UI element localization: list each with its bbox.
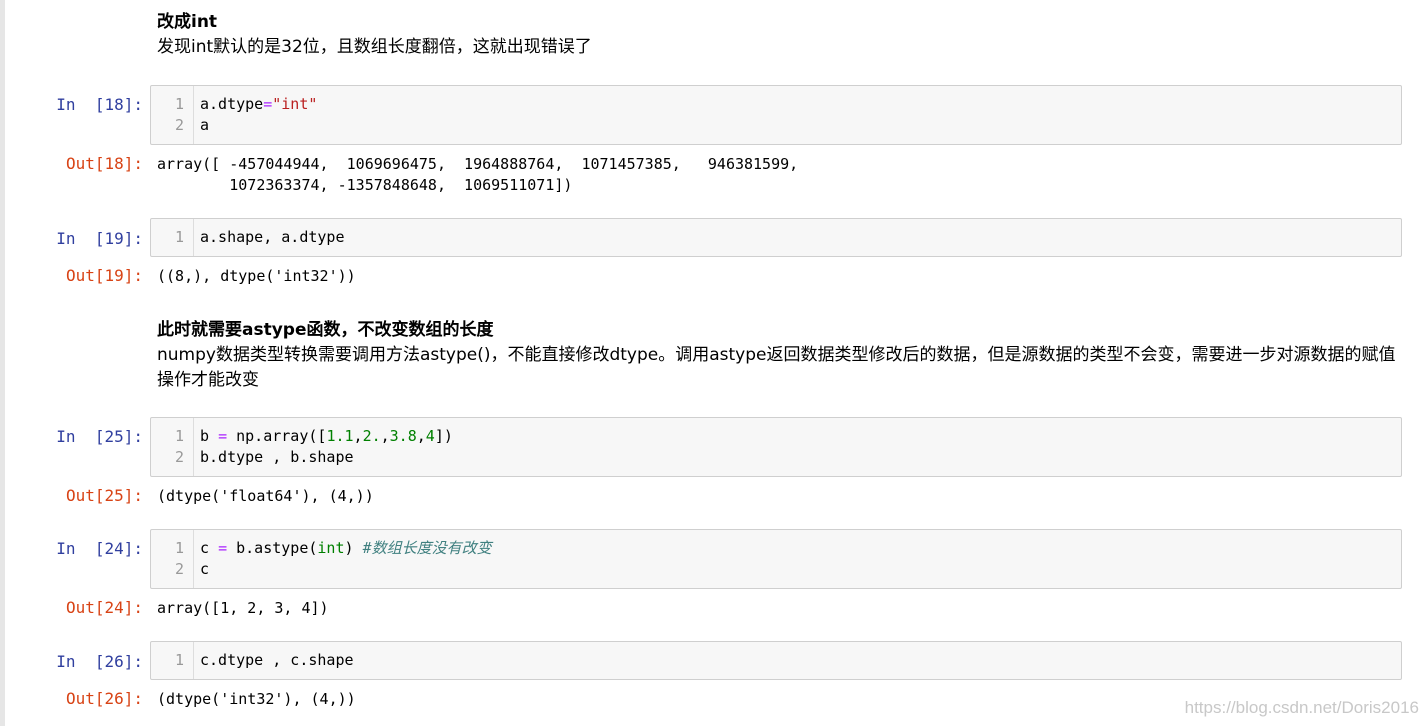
code-editor[interactable]: b = np.array([1.1,2.,3.8,4]) b.dtype , b.…	[200, 426, 453, 468]
line-number: 2	[174, 560, 184, 578]
input-prompt: In [18]:	[56, 95, 143, 114]
code-token: ])	[434, 427, 453, 445]
input-prompt: In [24]:	[56, 539, 143, 558]
output-prompt: Out[25]:	[65, 486, 143, 505]
line-number-gutter: 1	[151, 642, 194, 679]
markdown-cell-2[interactable]: 此时就需要astype函数，不改变数组的长度 numpy数据类型转换需要调用方法…	[157, 318, 1397, 393]
cell-output: array([ -457044944, 1069696475, 19648887…	[157, 155, 799, 194]
code-cell-input[interactable]: 1 2 a.dtype="int" a	[150, 85, 1402, 145]
line-number: 1	[174, 228, 184, 246]
code-editor[interactable]: c = b.astype(int) #数组长度没有改变 c	[200, 538, 492, 580]
code-token: 2.	[362, 427, 381, 445]
line-number: 1	[174, 651, 184, 669]
input-prompt: In [25]:	[56, 427, 143, 446]
markdown-heading: 此时就需要astype函数，不改变数组的长度	[157, 320, 494, 340]
code-editor[interactable]: a.shape, a.dtype	[200, 227, 345, 248]
output-prompt: Out[24]:	[65, 598, 143, 617]
cell-output: array([1, 2, 3, 4])	[157, 599, 329, 617]
code-token: a.dtype	[200, 95, 264, 113]
code-editor[interactable]: a.dtype="int" a	[200, 94, 317, 136]
code-cell-input[interactable]: 1 2 b = np.array([1.1,2.,3.8,4]) b.dtype …	[150, 417, 1402, 477]
code-token: int	[317, 539, 345, 557]
code-token: c	[200, 560, 210, 578]
markdown-text: numpy数据类型转换需要调用方法astype()，不能直接修改dtype。调用…	[157, 345, 1396, 390]
cell-output: (dtype('int32'), (4,))	[157, 690, 356, 708]
markdown-cell-1[interactable]: 改成int 发现int默认的是32位，且数组长度翻倍，这就出现错误了	[157, 10, 1397, 60]
code-token: b.astype(	[227, 539, 318, 557]
line-number-gutter: 1 2	[151, 86, 194, 144]
code-token: 1.1	[326, 427, 354, 445]
code-cell-input[interactable]: 1 c.dtype , c.shape	[150, 641, 1402, 680]
code-token: )	[344, 539, 363, 557]
line-number: 1	[174, 95, 184, 113]
input-prompt: In [26]:	[56, 652, 143, 671]
code-line: c.dtype , c.shape	[200, 650, 354, 671]
code-token: np.array([	[227, 427, 327, 445]
code-token: ,	[380, 427, 390, 445]
code-token: 3.8	[389, 427, 417, 445]
code-token: ,	[353, 427, 363, 445]
line-number-gutter: 1 2	[151, 418, 194, 476]
input-prompt: In [19]:	[56, 229, 143, 248]
code-cell-input[interactable]: 1 a.shape, a.dtype	[150, 218, 1402, 257]
code-token: a.shape, a.dtype	[200, 228, 345, 246]
code-token: =	[218, 539, 228, 557]
line-number-gutter: 1	[151, 219, 194, 256]
code-token: 4	[425, 427, 435, 445]
code-editor[interactable]: c.dtype , c.shape	[200, 650, 354, 671]
output-prompt: Out[26]:	[65, 689, 143, 708]
watermark: https://blog.csdn.net/Doris2016	[1184, 698, 1419, 717]
markdown-text: 发现int默认的是32位，且数组长度翻倍，这就出现错误了	[157, 37, 592, 57]
code-line: a	[200, 115, 317, 136]
line-number-gutter: 1 2	[151, 530, 194, 588]
line-number: 1	[174, 539, 184, 557]
code-token: "int"	[272, 95, 318, 113]
code-line: b.dtype , b.shape	[200, 447, 453, 468]
cell-output: (dtype('float64'), (4,))	[157, 487, 374, 505]
code-token: c.dtype , c.shape	[200, 651, 354, 669]
code-cell-input[interactable]: 1 2 c = b.astype(int) #数组长度没有改变 c	[150, 529, 1402, 589]
line-number: 2	[174, 116, 184, 134]
code-line: a.dtype="int"	[200, 94, 317, 115]
code-token: a	[200, 116, 210, 134]
output-prompt: Out[18]:	[65, 154, 143, 173]
line-number: 1	[174, 427, 184, 445]
code-line: c	[200, 559, 492, 580]
line-number: 2	[174, 448, 184, 466]
code-token: b.dtype , b.shape	[200, 448, 354, 466]
code-token: =	[263, 95, 273, 113]
code-token: ,	[416, 427, 426, 445]
output-prompt: Out[19]:	[65, 266, 143, 285]
code-token: b	[200, 427, 219, 445]
code-token: c	[200, 539, 219, 557]
cell-output: ((8,), dtype('int32'))	[157, 267, 356, 285]
code-token: #数组长度没有改变	[362, 539, 492, 557]
code-token: =	[218, 427, 228, 445]
code-line: c = b.astype(int) #数组长度没有改变	[200, 538, 492, 559]
markdown-heading: 改成int	[157, 12, 218, 32]
code-line: a.shape, a.dtype	[200, 227, 345, 248]
code-line: b = np.array([1.1,2.,3.8,4])	[200, 426, 453, 447]
